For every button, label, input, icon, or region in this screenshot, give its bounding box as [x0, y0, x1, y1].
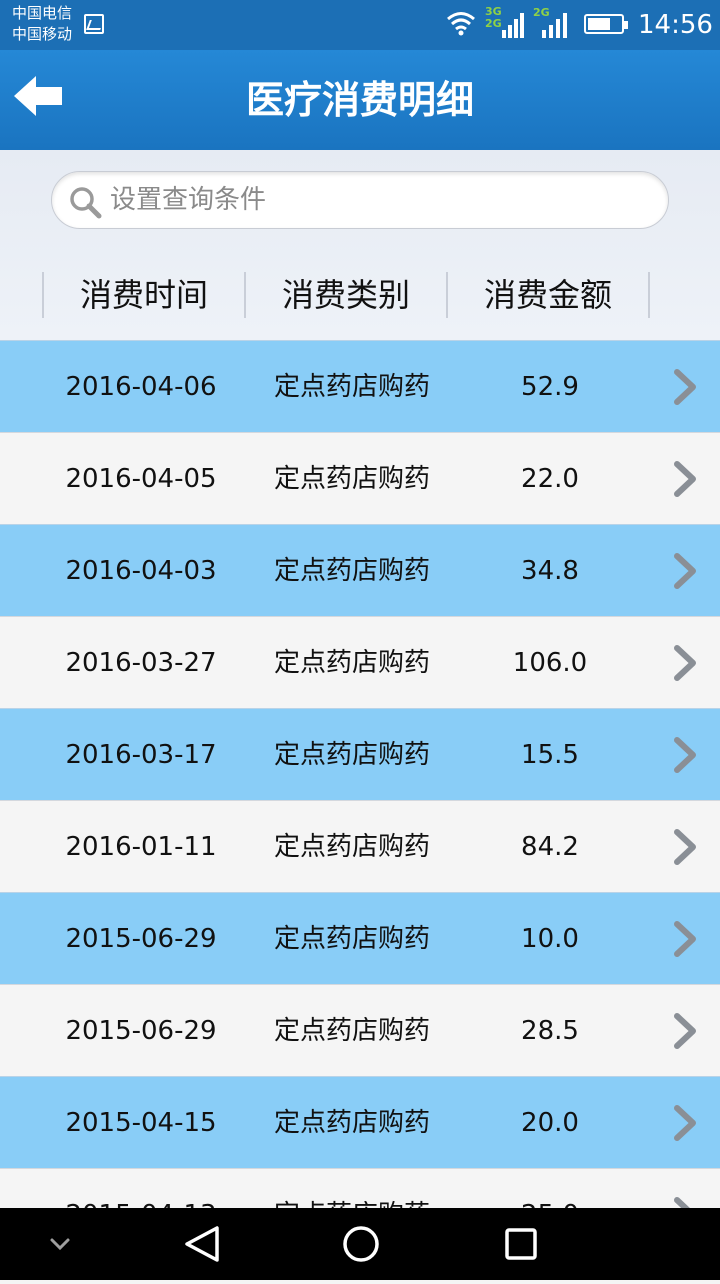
row-amount: 28.5 — [521, 1016, 579, 1046]
row-category: 定点药店购药 — [273, 1016, 430, 1046]
column-divider — [648, 272, 650, 318]
back-triangle-icon — [185, 1226, 219, 1262]
table-row[interactable]: 2016-04-06 定点药店购药 52.9 — [0, 340, 720, 432]
row-category: 定点药店购药 — [273, 1108, 430, 1138]
row-category: 定点药店购药 — [273, 832, 430, 862]
table-row[interactable]: 2015-04-13 定点药店购药 25.0 — [0, 1168, 720, 1208]
row-category: 定点药店购药 — [273, 556, 430, 586]
signal-icon — [502, 13, 524, 38]
carrier-2: 中国移动 — [12, 25, 73, 43]
search-input[interactable] — [110, 180, 650, 220]
row-category: 定点药店购药 — [273, 648, 430, 678]
network-type-label: 3G 2G — [485, 5, 502, 30]
table-row[interactable]: 2016-03-17 定点药店购药 15.5 — [0, 708, 720, 800]
row-date: 2016-03-27 — [65, 648, 217, 678]
row-amount: 22.0 — [521, 464, 579, 494]
row-date: 2016-04-03 — [65, 556, 217, 586]
row-date: 2016-04-06 — [65, 372, 217, 402]
row-amount: 34.8 — [521, 556, 579, 586]
row-category: 定点药店购药 — [243, 1169, 461, 1208]
chevron-right-icon — [674, 1197, 690, 1208]
chevron-down-icon — [50, 1238, 70, 1251]
column-header-time[interactable]: 消费时间 — [44, 270, 244, 320]
status-bar: 中国电信 中国移动 3G 2G 2G 14:56 — [0, 0, 720, 50]
chevron-right-icon — [674, 1013, 696, 1049]
recents-square-icon — [505, 1228, 537, 1260]
chevron-right-icon — [674, 553, 696, 589]
back-button[interactable] — [10, 72, 70, 128]
table-row[interactable]: 2015-04-15 定点药店购药 20.0 — [0, 1076, 720, 1168]
signal-icon-2 — [542, 13, 567, 38]
row-amount: 106.0 — [512, 648, 588, 678]
chevron-right-icon — [674, 369, 696, 405]
table-row[interactable]: 2015-06-29 定点药店购药 28.5 — [0, 984, 720, 1076]
status-time: 14:56 — [638, 10, 713, 40]
transaction-list[interactable]: 2016-04-06 定点药店购药 52.9 2016-04-05 定点药店购药… — [0, 340, 720, 1208]
nav-home-button[interactable] — [316, 1208, 406, 1280]
column-header-amount[interactable]: 消费金额 — [448, 270, 648, 320]
row-amount: 25.0 — [470, 1169, 630, 1208]
table-row[interactable]: 2016-01-11 定点药店购药 84.2 — [0, 800, 720, 892]
gallery-icon — [84, 14, 104, 34]
nav-back-button[interactable] — [156, 1208, 246, 1280]
carrier-1: 中国电信 — [12, 4, 73, 22]
row-date: 2015-04-15 — [65, 1108, 217, 1138]
row-category: 定点药店购药 — [273, 740, 430, 770]
table-row[interactable]: 2016-03-27 定点药店购药 106.0 — [0, 616, 720, 708]
row-date: 2015-04-13 — [40, 1169, 242, 1208]
row-date: 2015-06-29 — [65, 1016, 217, 1046]
chevron-right-icon — [674, 829, 696, 865]
column-header-category[interactable]: 消费类别 — [246, 270, 446, 320]
row-category: 定点药店购药 — [273, 372, 430, 402]
table-row[interactable]: 2016-04-03 定点药店购药 34.8 — [0, 524, 720, 616]
table-row[interactable]: 2015-06-29 定点药店购药 10.0 — [0, 892, 720, 984]
row-date: 2016-03-17 — [65, 740, 217, 770]
row-amount: 84.2 — [521, 832, 579, 862]
wifi-icon — [447, 12, 475, 36]
filter-area: 消费时间 消费类别 消费金额 — [0, 150, 720, 340]
row-amount: 20.0 — [521, 1108, 579, 1138]
row-category: 定点药店购药 — [273, 924, 430, 954]
row-date: 2016-04-05 — [65, 464, 217, 494]
search-box[interactable] — [51, 171, 669, 229]
chevron-right-icon — [674, 461, 696, 497]
row-date: 2015-06-29 — [65, 924, 217, 954]
chevron-right-icon — [674, 1105, 696, 1141]
carrier-labels: 中国电信 中国移动 — [12, 3, 72, 45]
row-amount: 15.5 — [521, 740, 579, 770]
arrow-left-icon — [14, 76, 62, 116]
nav-recents-button[interactable] — [476, 1208, 566, 1280]
chevron-right-icon — [674, 921, 696, 957]
row-category: 定点药店购药 — [273, 464, 430, 494]
hide-nav-button[interactable] — [15, 1208, 105, 1280]
home-circle-icon — [343, 1226, 379, 1262]
row-amount: 10.0 — [521, 924, 579, 954]
table-row[interactable]: 2016-04-05 定点药店购药 22.0 — [0, 432, 720, 524]
row-amount: 52.9 — [521, 372, 579, 402]
column-headers: 消费时间 消费类别 消费金额 — [0, 270, 720, 320]
system-nav-bar — [0, 1208, 720, 1280]
row-date: 2016-01-11 — [65, 832, 217, 862]
page-title: 医疗消费明细 — [245, 78, 474, 122]
app-header: 医疗消费明细 — [0, 50, 720, 150]
chevron-right-icon — [674, 645, 696, 681]
chevron-right-icon — [674, 737, 696, 773]
search-icon — [70, 187, 102, 219]
battery-icon — [584, 14, 628, 34]
